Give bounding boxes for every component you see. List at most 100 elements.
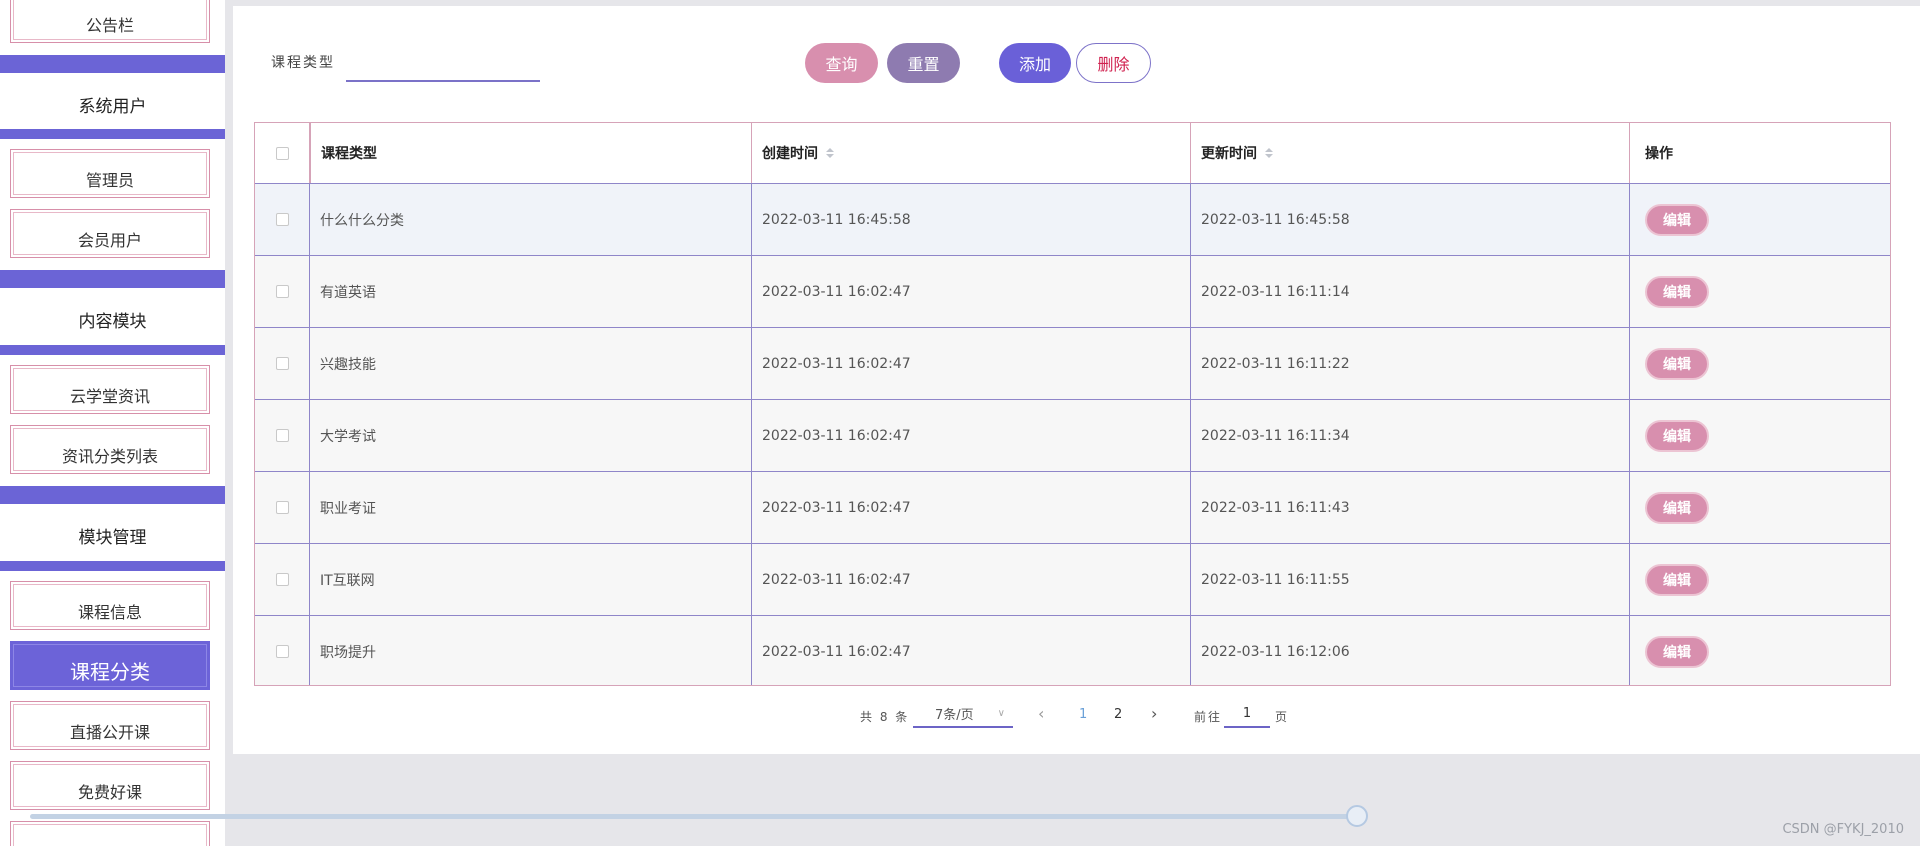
sidebar-item-members[interactable]: 会员用户	[10, 209, 210, 258]
edit-button[interactable]: 编辑	[1645, 347, 1709, 380]
sidebar: 公告栏 系统用户 管理员 会员用户 内容模块 云学堂资讯 资讯分类列表 模块管理…	[0, 0, 225, 846]
sidebar-group-modules[interactable]: 模块管理	[0, 504, 225, 567]
column-header-updated[interactable]: 更新时间	[1191, 123, 1630, 183]
cell-created-time: 2022-03-11 16:02:47	[752, 256, 1191, 327]
table-row[interactable]: 什么什么分类 2022-03-11 16:45:58 2022-03-11 16…	[255, 184, 1890, 256]
sidebar-group-label: 模块管理	[78, 528, 147, 548]
table-row[interactable]: 职业考证 2022-03-11 16:02:47 2022-03-11 16:1…	[255, 472, 1890, 544]
query-button[interactable]: 查询	[805, 43, 878, 83]
cell-course-type: 什么什么分类	[310, 184, 752, 255]
sidebar-item-label: 管理员	[85, 171, 134, 190]
cell-course-type: 有道英语	[310, 256, 752, 327]
goto-page-input[interactable]: 1	[1224, 700, 1270, 728]
sidebar-divider	[0, 561, 225, 571]
edit-button[interactable]: 编辑	[1645, 275, 1709, 308]
sidebar-divider	[0, 486, 225, 504]
sidebar-item-course-info[interactable]: 课程信息	[10, 581, 210, 630]
column-header-created[interactable]: 创建时间	[752, 123, 1191, 183]
sidebar-group-system-users[interactable]: 系统用户	[0, 73, 225, 136]
column-header-label: 创建时间	[762, 146, 818, 162]
table-header-row: 课程类型 创建时间 更新时间 操作	[255, 123, 1890, 184]
cell-course-type: 大学考试	[310, 400, 752, 471]
sidebar-item-label: 课程分类	[70, 660, 150, 684]
cell-actions: 编辑	[1630, 184, 1890, 255]
sidebar-divider	[0, 55, 225, 73]
sort-icon[interactable]	[826, 148, 834, 158]
row-checkbox[interactable]	[275, 645, 289, 658]
column-header-actions: 操作	[1630, 123, 1890, 183]
sidebar-item-notice[interactable]: 公告栏	[10, 0, 210, 43]
cell-actions: 编辑	[1630, 472, 1890, 543]
row-checkbox[interactable]	[275, 285, 289, 298]
cell-updated-time: 2022-03-11 16:11:43	[1191, 472, 1630, 543]
row-checkbox[interactable]	[275, 501, 289, 514]
course-category-table: 课程类型 创建时间 更新时间 操作 什么什么分类 2022-03-11 16:4…	[254, 122, 1891, 686]
row-checkbox[interactable]	[275, 213, 289, 226]
sidebar-divider	[0, 345, 225, 355]
cell-updated-time: 2022-03-11 16:11:55	[1191, 544, 1630, 615]
column-header-label: 课程类型	[321, 146, 377, 162]
cell-updated-time: 2022-03-11 16:12:06	[1191, 616, 1630, 685]
cell-course-type: 职业考证	[310, 472, 752, 543]
sidebar-item-news-categories[interactable]: 资讯分类列表	[10, 425, 210, 474]
prev-page-icon[interactable]: ‹	[1038, 704, 1044, 723]
cell-updated-time: 2022-03-11 16:11:14	[1191, 256, 1630, 327]
row-checkbox-cell	[255, 184, 310, 255]
cell-actions: 编辑	[1630, 616, 1890, 685]
sidebar-item-admins[interactable]: 管理员	[10, 149, 210, 198]
row-checkbox-cell	[255, 400, 310, 471]
page-number-1[interactable]: 1	[1079, 707, 1087, 722]
row-checkbox-cell	[255, 328, 310, 399]
edit-button[interactable]: 编辑	[1645, 491, 1709, 524]
table-row[interactable]: 大学考试 2022-03-11 16:02:47 2022-03-11 16:1…	[255, 400, 1890, 472]
goto-label: 前往	[1194, 710, 1223, 724]
page-size-select[interactable]: 7条/页 ∨	[913, 700, 1013, 728]
page-number-2[interactable]: 2	[1114, 707, 1122, 722]
course-type-search-input[interactable]	[346, 42, 540, 82]
row-checkbox-cell	[255, 544, 310, 615]
scrollbar-track[interactable]	[30, 814, 1358, 819]
sidebar-divider	[0, 270, 225, 288]
table-row[interactable]: IT互联网 2022-03-11 16:02:47 2022-03-11 16:…	[255, 544, 1890, 616]
sidebar-item-label: 会员用户	[77, 231, 142, 250]
cell-actions: 编辑	[1630, 544, 1890, 615]
table-row[interactable]: 有道英语 2022-03-11 16:02:47 2022-03-11 16:1…	[255, 256, 1890, 328]
column-header-type: 课程类型	[310, 123, 752, 183]
cell-created-time: 2022-03-11 16:02:47	[752, 544, 1191, 615]
edit-button[interactable]: 编辑	[1645, 419, 1709, 452]
cell-actions: 编辑	[1630, 400, 1890, 471]
row-checkbox-cell	[255, 472, 310, 543]
column-header-label: 更新时间	[1201, 146, 1257, 162]
cell-course-type: IT互联网	[310, 544, 752, 615]
sidebar-item-label: 云学堂资讯	[69, 387, 150, 406]
sidebar-group-label: 系统用户	[78, 97, 147, 117]
sidebar-item-news[interactable]: 云学堂资讯	[10, 365, 210, 414]
cell-created-time: 2022-03-11 16:02:47	[752, 400, 1191, 471]
total-count: 共 8 条	[860, 710, 910, 724]
row-checkbox[interactable]	[275, 357, 289, 370]
sidebar-divider	[0, 129, 225, 139]
reset-button[interactable]: 重置	[887, 43, 960, 83]
select-all-checkbox[interactable]	[275, 146, 289, 160]
table-row[interactable]: 职场提升 2022-03-11 16:02:47 2022-03-11 16:1…	[255, 616, 1890, 685]
sidebar-group-content[interactable]: 内容模块	[0, 288, 225, 351]
delete-button[interactable]: 删除	[1076, 43, 1151, 83]
scrollbar-handle[interactable]	[1346, 805, 1368, 827]
sort-icon[interactable]	[1265, 148, 1273, 158]
row-checkbox-cell	[255, 256, 310, 327]
cell-created-time: 2022-03-11 16:02:47	[752, 472, 1191, 543]
edit-button[interactable]: 编辑	[1645, 635, 1709, 668]
edit-button[interactable]: 编辑	[1645, 203, 1709, 236]
cell-updated-time: 2022-03-11 16:11:22	[1191, 328, 1630, 399]
edit-button[interactable]: 编辑	[1645, 563, 1709, 596]
sidebar-item-course-categories[interactable]: 课程分类	[10, 641, 210, 690]
row-checkbox[interactable]	[275, 573, 289, 586]
sidebar-item-free-courses[interactable]: 免费好课	[10, 761, 210, 810]
add-button[interactable]: 添加	[999, 43, 1071, 83]
sidebar-item-next[interactable]	[10, 821, 210, 846]
row-checkbox[interactable]	[275, 429, 289, 442]
next-page-icon[interactable]: ›	[1151, 704, 1157, 723]
sidebar-item-live-courses[interactable]: 直播公开课	[10, 701, 210, 750]
cell-course-type: 兴趣技能	[310, 328, 752, 399]
table-row[interactable]: 兴趣技能 2022-03-11 16:02:47 2022-03-11 16:1…	[255, 328, 1890, 400]
